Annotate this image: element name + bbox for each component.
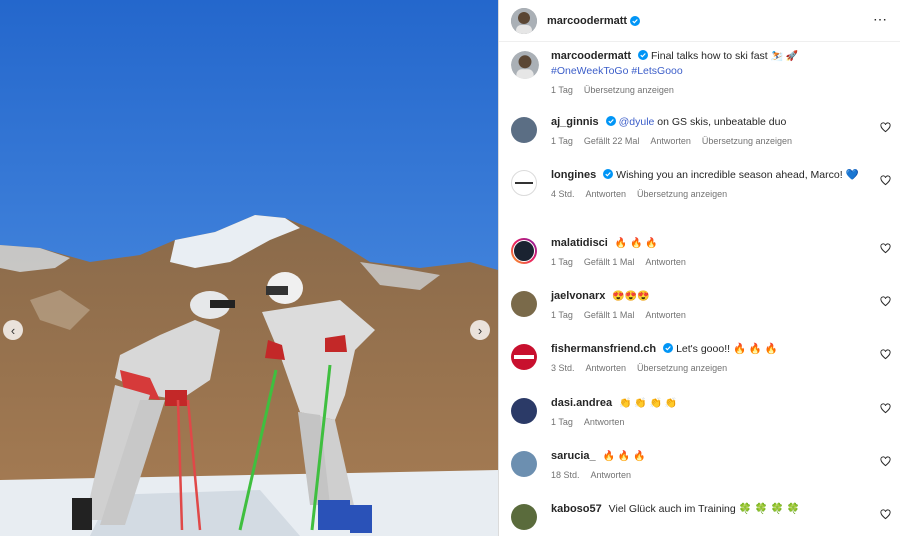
comment: longines Wishing you an incredible seaso… xyxy=(499,168,900,236)
likes-count[interactable]: Gefällt 22 Mal xyxy=(584,136,640,146)
like-heart-icon[interactable] xyxy=(880,296,891,307)
commenter-username[interactable]: sarucia_ xyxy=(551,450,596,462)
comment: aj_ginnis @dyule on GS skis, unbeatable … xyxy=(499,115,900,168)
author-avatar[interactable] xyxy=(511,7,537,34)
more-options-icon[interactable]: ⋯ xyxy=(873,11,888,28)
comment-time[interactable]: 1 Tag xyxy=(551,136,573,146)
comment-text: on GS skis, unbeatable duo xyxy=(657,116,787,128)
translate-button[interactable]: Übersetzung anzeigen xyxy=(702,136,792,146)
like-heart-icon[interactable] xyxy=(880,403,891,414)
commenter-username[interactable]: aj_ginnis xyxy=(551,116,599,128)
verified-icon xyxy=(663,343,674,353)
avatar-photo xyxy=(511,51,539,79)
reply-button[interactable]: Antworten xyxy=(591,470,632,480)
commenter-username[interactable]: kaboso57 xyxy=(551,503,602,515)
comment-time[interactable]: 1 Tag xyxy=(551,310,573,320)
caption-text: marcoodermatt Final talks how to ski fas… xyxy=(551,49,871,79)
reply-button[interactable]: Antworten xyxy=(645,257,686,267)
comment: fishermansfriend.ch Let's gooo!! 🔥 🔥 🔥 3… xyxy=(499,342,900,396)
likes-count[interactable]: Gefällt 1 Mal xyxy=(584,257,635,267)
like-heart-icon[interactable] xyxy=(880,509,891,520)
longines-logo xyxy=(515,182,533,184)
comment-time[interactable]: 4 Std. xyxy=(551,189,575,199)
comment: malatidisci 🔥 🔥 🔥 1 Tag Gefällt 1 Mal An… xyxy=(499,236,900,289)
like-heart-icon[interactable] xyxy=(880,122,891,133)
ski-photo xyxy=(0,0,498,536)
commenter-avatar[interactable] xyxy=(511,344,537,370)
comment-text: Viel Glück auch im Training 🍀 🍀 🍀 🍀 xyxy=(608,503,800,515)
like-heart-icon[interactable] xyxy=(880,243,891,254)
fishermansfriend-logo xyxy=(514,355,534,359)
comment-time[interactable]: 1 Tag xyxy=(551,417,573,427)
translate-button[interactable]: Übersetzung anzeigen xyxy=(637,363,727,373)
commenter-avatar[interactable] xyxy=(511,504,537,530)
author-username[interactable]: marcoodermatt xyxy=(547,15,627,27)
comment-text: 🔥 🔥 🔥 xyxy=(614,238,658,249)
post-image[interactable]: ‹ › xyxy=(0,0,498,536)
comment-text: 🔥 🔥 🔥 xyxy=(602,451,646,462)
caption-emoji: ⛷️ 🚀 xyxy=(770,51,799,62)
verified-icon xyxy=(605,116,616,126)
commenter-username[interactable]: jaelvonarx xyxy=(551,290,605,302)
comments-list: marcoodermatt Final talks how to ski fas… xyxy=(499,49,900,536)
verified-icon xyxy=(630,15,641,26)
comment: kaboso57 Viel Glück auch im Training 🍀 🍀… xyxy=(499,502,900,536)
post-header: marcoodermatt ⋯ xyxy=(499,0,900,42)
comment-text: 😍😍😍 xyxy=(612,291,650,302)
caption-avatar[interactable] xyxy=(511,51,539,79)
verified-icon xyxy=(638,50,649,60)
commenter-avatar[interactable] xyxy=(511,291,537,317)
reply-button[interactable]: Antworten xyxy=(584,417,625,427)
comment: sarucia_ 🔥 🔥 🔥 18 Std. Antworten xyxy=(499,449,900,502)
commenter-avatar[interactable] xyxy=(511,238,537,264)
comment: dasi.andrea 👏 👏 👏 👏 1 Tag Antworten xyxy=(499,396,900,449)
comment: jaelvonarx 😍😍😍 1 Tag Gefällt 1 Mal Antwo… xyxy=(499,289,900,342)
comment-text: Wishing you an incredible season ahead, … xyxy=(616,169,859,181)
like-heart-icon[interactable] xyxy=(880,456,891,467)
commenter-avatar[interactable] xyxy=(511,398,537,424)
reply-button[interactable]: Antworten xyxy=(586,363,627,373)
commenter-username[interactable]: malatidisci xyxy=(551,237,608,249)
caption-body: Final talks how to ski fast xyxy=(651,50,768,62)
commenter-avatar[interactable] xyxy=(511,451,537,477)
avatar-photo xyxy=(511,7,537,34)
comment-text: 👏 👏 👏 👏 xyxy=(619,398,678,409)
like-heart-icon[interactable] xyxy=(880,175,891,186)
comments-panel: marcoodermatt ⋯ marcoodermatt Final talk… xyxy=(499,0,900,536)
likes-count[interactable]: Gefällt 1 Mal xyxy=(584,310,635,320)
reply-button[interactable]: Antworten xyxy=(645,310,686,320)
like-heart-icon[interactable] xyxy=(880,349,891,360)
commenter-username[interactable]: dasi.andrea xyxy=(551,397,612,409)
comment-text: Let's gooo!! 🔥 🔥 🔥 xyxy=(676,343,778,355)
caption: marcoodermatt Final talks how to ski fas… xyxy=(499,49,900,115)
commenter-username[interactable]: fishermansfriend.ch xyxy=(551,343,656,355)
next-image-button[interactable]: › xyxy=(470,320,490,340)
translate-button[interactable]: Übersetzung anzeigen xyxy=(584,85,674,95)
mention-link[interactable]: @dyule xyxy=(619,116,655,128)
reply-button[interactable]: Antworten xyxy=(586,189,627,199)
commenter-avatar[interactable] xyxy=(511,170,537,196)
caption-hashtags[interactable]: #OneWeekToGo #LetsGooo xyxy=(551,65,683,77)
caption-username[interactable]: marcoodermatt xyxy=(551,50,631,62)
previous-image-button[interactable]: ‹ xyxy=(3,320,23,340)
caption-time[interactable]: 1 Tag xyxy=(551,85,573,95)
commenter-username[interactable]: longines xyxy=(551,169,596,181)
comment-time[interactable]: 1 Tag xyxy=(551,257,573,267)
reply-button[interactable]: Antworten xyxy=(650,136,691,146)
translate-button[interactable]: Übersetzung anzeigen xyxy=(637,189,727,199)
comment-time[interactable]: 18 Std. xyxy=(551,470,580,480)
comment-time[interactable]: 3 Std. xyxy=(551,363,575,373)
commenter-avatar[interactable] xyxy=(511,117,537,143)
verified-icon xyxy=(603,169,614,179)
